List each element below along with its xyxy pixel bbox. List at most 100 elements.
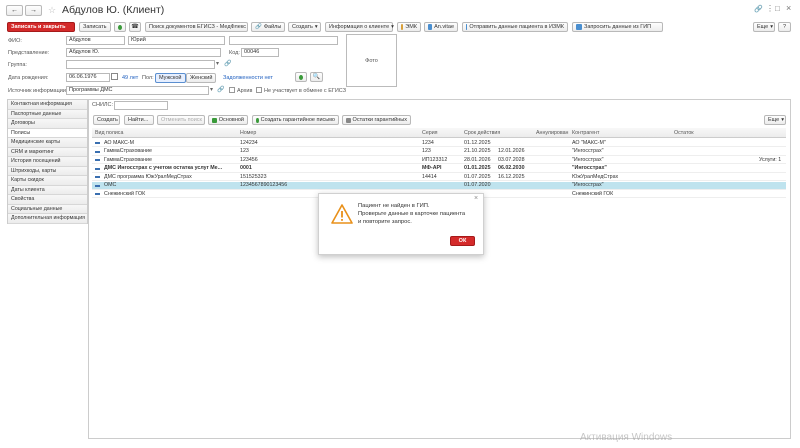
- source-field[interactable]: Программы ДМС: [66, 86, 209, 95]
- link-icon[interactable]: 🔗: [754, 5, 763, 13]
- sidebar-item-discount-cards[interactable]: Карты скидок: [8, 176, 87, 186]
- policy-cancel-search-button[interactable]: Отменить поиск: [157, 115, 205, 125]
- error-dialog: × Пациент не найден в ГИП. Проверьте дан…: [318, 193, 484, 255]
- table-row[interactable]: ГаммаСтрахование 123456 ИП123312 28.01.2…: [92, 156, 786, 164]
- dialog-close-icon[interactable]: ×: [474, 195, 478, 202]
- request-gip-button[interactable]: Запросить данные из ГИП: [572, 22, 663, 32]
- create-label: Создать: [292, 24, 313, 30]
- guarantee-left-label: Остатки гарантийных: [352, 117, 407, 123]
- favorite-icon[interactable]: ☆: [48, 5, 56, 16]
- row-marker-icon: [95, 150, 100, 153]
- files-button[interactable]: 🔗 Файлы: [251, 22, 285, 32]
- column-type[interactable]: Вид полиса: [95, 130, 123, 136]
- cell-from: 01.01.2025: [464, 165, 491, 171]
- refresh-green-icon[interactable]: [295, 72, 307, 82]
- group-field[interactable]: [66, 60, 215, 69]
- sidebar-item-properties[interactable]: Свойства: [8, 195, 87, 205]
- table-row[interactable]: ОМС 1234567890123456 01.07.2020 "Ингосст…: [92, 181, 786, 190]
- create-guarantee-button[interactable]: Создать гарантийное письмо: [252, 115, 339, 125]
- cell-contractor: "Ингосстрах": [572, 148, 604, 154]
- table-row[interactable]: ГаммаСтрахование 123 123 21.10.2025 12.0…: [92, 148, 786, 156]
- sex-male-button[interactable]: Мужской: [155, 73, 186, 83]
- dialog-ok-button[interactable]: ОК: [450, 236, 475, 246]
- table-row[interactable]: ДМС программа ЮжУралМедСтрах 151525323 1…: [92, 173, 786, 181]
- back-button[interactable]: ←: [6, 5, 23, 16]
- cell-type: Снежинский ГОК: [104, 190, 146, 197]
- emk-button[interactable]: ЭМК: [397, 22, 421, 32]
- photo-box[interactable]: Фото: [346, 34, 397, 87]
- create-menu-button[interactable]: Создать ▾: [288, 22, 321, 32]
- phone-icon[interactable]: ☎: [129, 22, 141, 32]
- name-field[interactable]: Юрий: [128, 36, 225, 45]
- birth-field[interactable]: 06.06.1976: [66, 73, 110, 82]
- source-dropdown-chevron-icon[interactable]: ▾: [210, 86, 213, 93]
- column-rest[interactable]: Остаток: [674, 130, 694, 136]
- sidebar-item-social[interactable]: Социальные данные: [8, 204, 87, 214]
- refresh-icon[interactable]: [114, 22, 126, 32]
- code-label: Код:: [229, 50, 240, 56]
- close-icon[interactable]: ×: [786, 3, 791, 13]
- sidebar-item-crm[interactable]: CRM и маркетинг: [8, 147, 87, 157]
- column-annulled[interactable]: Аннулирован: [536, 130, 568, 136]
- policy-more-button[interactable]: Еще ▾: [764, 115, 786, 125]
- no-egisz-checkbox[interactable]: [256, 87, 262, 93]
- archive-checkbox[interactable]: [229, 87, 235, 93]
- table-row[interactable]: АО МАКС-М 124234 1234 01.12.2025 АО "МАК…: [92, 139, 786, 147]
- sidebar-item-barcodes[interactable]: Штрихкоды, карты: [8, 166, 87, 176]
- save-close-button[interactable]: Записать и закрыть: [7, 22, 75, 32]
- forward-button[interactable]: →: [25, 5, 42, 16]
- more-button[interactable]: Еще ▾: [753, 22, 775, 32]
- group-dropdown-chevron-icon[interactable]: ▾: [216, 60, 219, 67]
- sidebar-item-medical-cards[interactable]: Медицинские карты: [8, 138, 87, 148]
- sidebar-item-policies[interactable]: Полисы: [8, 128, 87, 138]
- column-number[interactable]: Номер: [240, 130, 256, 136]
- sex-female-button[interactable]: Женский: [186, 73, 216, 83]
- send-izmk-label: Отправить данные пациента в ИЗМК: [469, 24, 564, 30]
- sidebar-item-additional[interactable]: Дополнительная информация: [8, 214, 87, 224]
- egisz-search-button[interactable]: Поиск документов ЕГИСЗ - МедФлекс: [145, 22, 248, 32]
- source-link-icon[interactable]: 🔗: [217, 86, 224, 93]
- policy-main-button[interactable]: Основной: [208, 115, 248, 125]
- sidebar-item-contracts[interactable]: Договоры: [8, 119, 87, 129]
- sidebar-item-passport[interactable]: Паспортные данные: [8, 109, 87, 119]
- cell-contractor: "Ингосстрах": [572, 156, 604, 163]
- representation-field[interactable]: Абдулов Ю.: [66, 48, 221, 57]
- no-egisz-label: Не участвует в обмене с ЕГИСЗ: [264, 88, 347, 94]
- sidebar-item-contact[interactable]: Контактная информация: [8, 100, 87, 110]
- column-contractor[interactable]: Контрагент: [572, 130, 599, 136]
- help-button[interactable]: ?: [778, 22, 791, 32]
- client-info-button[interactable]: Информация о клиенте ▾: [325, 22, 394, 32]
- patronymic-field[interactable]: [229, 36, 338, 45]
- surname-field[interactable]: Абдулов: [66, 36, 125, 45]
- cell-series: МФ-API: [422, 165, 442, 171]
- more-menu-icon[interactable]: ⋮: [766, 4, 774, 13]
- table-row[interactable]: ДМС Ингосстрах с учетом остатка услуг Ме…: [92, 165, 786, 173]
- search-icon[interactable]: 🔍: [310, 72, 323, 82]
- policies-table-header: Вид полиса Номер Серия Срок действия Анн…: [92, 128, 786, 138]
- cell-number: 123456: [240, 156, 258, 163]
- sidebar-item-client-dates[interactable]: Даты клиента: [8, 185, 87, 195]
- cell-series: 14414: [422, 173, 437, 180]
- cell-number: 151525323: [240, 173, 267, 180]
- column-series[interactable]: Серия: [422, 130, 438, 136]
- cell-to: 06.02.2030: [498, 165, 525, 171]
- calendar-icon[interactable]: [111, 73, 118, 80]
- column-validity[interactable]: Срок действия: [464, 130, 500, 136]
- cell-type: ГаммаСтрахование: [104, 148, 152, 154]
- send-izmk-button[interactable]: Отправить данные пациента в ИЗМК: [462, 22, 568, 32]
- cell-to: 12.01.2026: [498, 148, 525, 154]
- birth-label: Дата рождения:: [8, 75, 49, 81]
- sidebar-item-visit-history[interactable]: История посещений: [8, 157, 87, 167]
- debt-status[interactable]: Задолженности нет: [223, 75, 273, 81]
- group-link-icon[interactable]: 🔗: [224, 60, 231, 67]
- policy-find-button[interactable]: Найти...: [124, 115, 154, 125]
- save-button[interactable]: Записать: [79, 22, 111, 32]
- an-vitae-label: An.vitae: [434, 24, 454, 30]
- guarantee-left-button[interactable]: Остатки гарантийных: [342, 115, 411, 125]
- snils-field[interactable]: [114, 101, 168, 110]
- policy-create-button[interactable]: Создать: [93, 115, 120, 125]
- an-vitae-button[interactable]: An.vitae: [424, 22, 458, 32]
- age-label: 49 лет: [122, 75, 139, 81]
- dialog-message-line3: и повторите запрос.: [358, 219, 412, 225]
- maximize-icon[interactable]: □: [775, 4, 780, 13]
